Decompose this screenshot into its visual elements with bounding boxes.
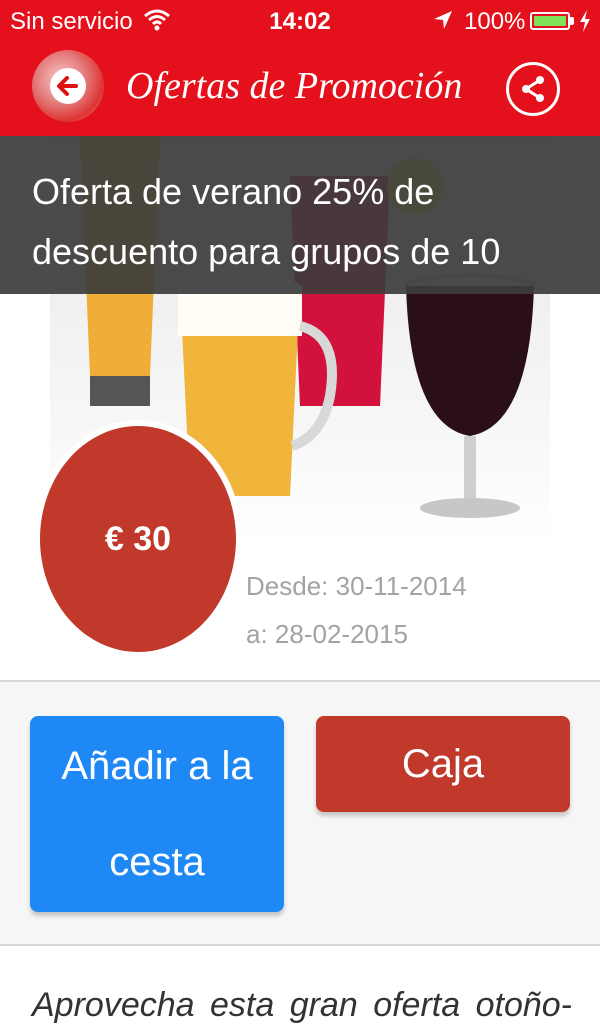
add-to-cart-button[interactable]: Añadir a la cesta bbox=[30, 716, 284, 912]
battery-icon bbox=[530, 12, 574, 30]
charging-bolt-icon bbox=[580, 10, 590, 32]
page-title: Ofertas de Promoción bbox=[126, 65, 463, 107]
share-icon bbox=[522, 76, 544, 102]
date-to: a: 28-02-2015 bbox=[246, 619, 408, 649]
nav-bar: Ofertas de Promoción bbox=[0, 44, 600, 136]
checkout-label: Caja bbox=[401, 741, 485, 786]
offer-description: Aprovecha esta gran oferta otoño- bbox=[32, 986, 572, 1024]
back-button[interactable] bbox=[32, 50, 104, 122]
add-to-cart-label: Añadir a la cesta bbox=[61, 744, 253, 884]
date-from: Desde: 30-11-2014 bbox=[246, 571, 467, 601]
offer-dates: Desde: 30-11-2014 a: 28-02-2015 bbox=[246, 562, 467, 658]
offer-headline: Oferta de verano 25% de descuento para g… bbox=[32, 171, 501, 272]
status-bar: Sin servicio 14:02 100% bbox=[0, 0, 600, 44]
actions-panel: Añadir a la cesta Caja bbox=[0, 680, 600, 946]
price-value: € 30 bbox=[104, 519, 172, 558]
app-header: Sin servicio 14:02 100% Ofertas de Promo… bbox=[0, 0, 600, 136]
offer-headline-banner: Oferta de verano 25% de descuento para g… bbox=[0, 136, 600, 294]
location-arrow-icon bbox=[434, 11, 452, 29]
price-badge: € 30 bbox=[34, 420, 242, 658]
checkout-button[interactable]: Caja bbox=[316, 716, 570, 812]
battery-percent: 100% bbox=[464, 8, 526, 35]
back-arrow-icon bbox=[50, 68, 86, 104]
share-button[interactable] bbox=[506, 62, 560, 116]
